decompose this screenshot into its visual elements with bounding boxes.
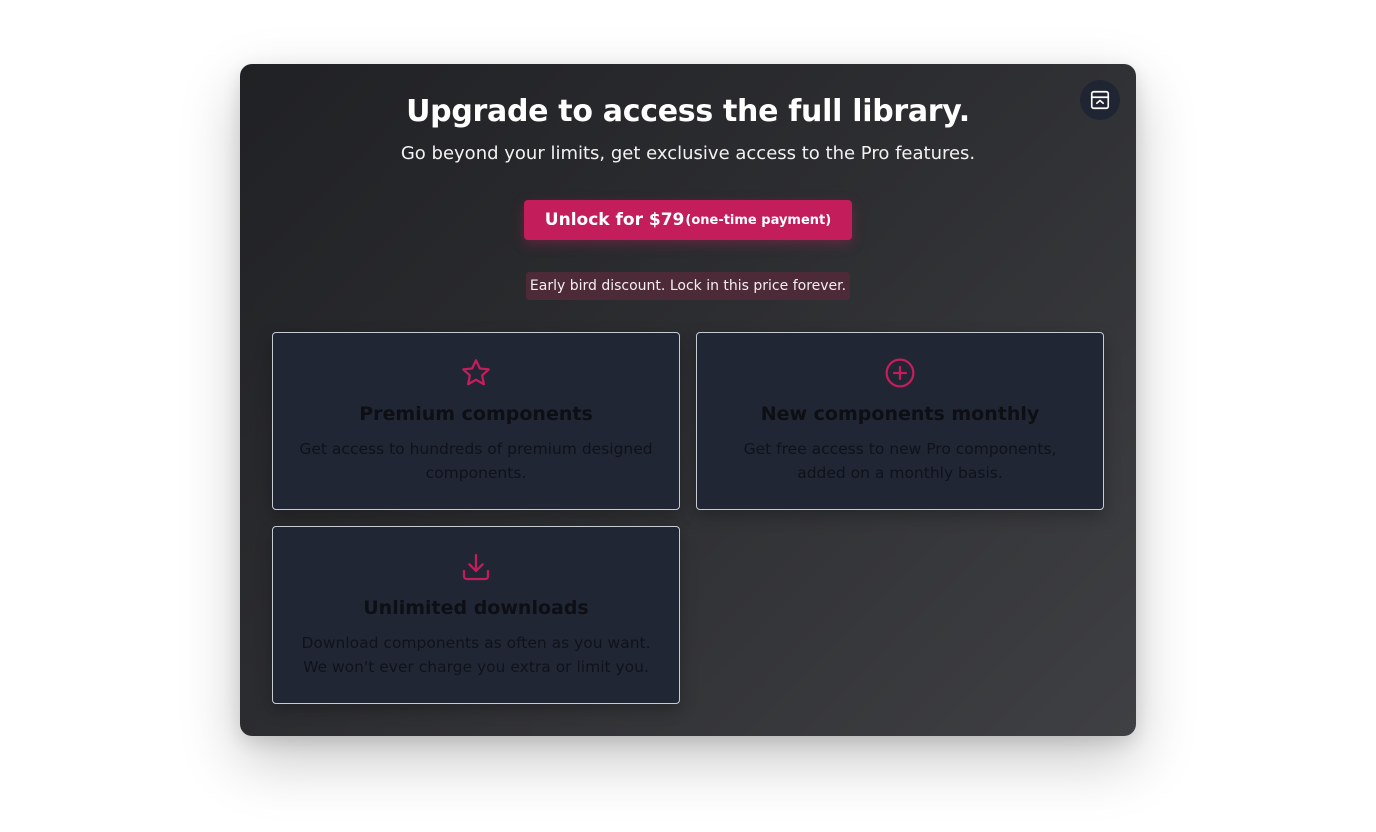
feature-card-new-components: New components monthly Get free access t… — [696, 332, 1104, 510]
feature-title: New components monthly — [760, 403, 1040, 425]
star-icon — [462, 359, 490, 386]
modal-subtitle: Go beyond your limits, get exclusive acc… — [400, 143, 976, 164]
discount-badge: Early bird discount. Lock in this price … — [526, 272, 850, 300]
modal-title: Upgrade to access the full library. — [406, 94, 970, 129]
feature-description: Get access to hundreds of premium design… — [299, 440, 653, 482]
feature-description: Get free access to new Pro components, a… — [743, 440, 1057, 482]
unlock-button-label: Unlock for $79 — [544, 210, 685, 230]
unlock-button-note: (one-time payment) — [685, 212, 832, 228]
unlock-button[interactable]: Unlock for $79 (one-time payment) — [524, 200, 852, 240]
feature-description: Download components as often as you want… — [301, 634, 651, 676]
plus-circle-icon — [885, 358, 915, 388]
download-icon — [462, 553, 490, 581]
feature-title: Unlimited downloads — [363, 597, 589, 619]
feature-card-premium-components: Premium components Get access to hundred… — [272, 332, 680, 510]
feature-title: Premium components — [359, 403, 593, 425]
feature-card-unlimited-downloads: Unlimited downloads Download components … — [272, 526, 680, 704]
upgrade-modal: Upgrade to access the full library. Go b… — [240, 64, 1136, 736]
